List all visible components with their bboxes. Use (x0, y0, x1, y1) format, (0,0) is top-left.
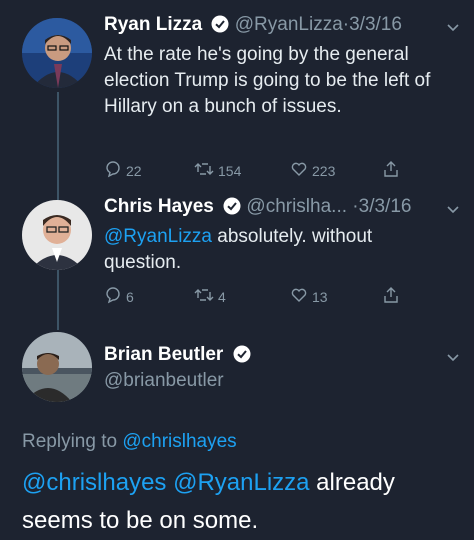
retweet-count: 4 (218, 288, 226, 305)
display-name[interactable]: Chris Hayes (104, 196, 214, 217)
retweet-button[interactable]: 4 (194, 286, 226, 307)
tweet-header: Chris Hayes @chrislha... ·3/3/16 (104, 196, 411, 221)
heart-icon (290, 160, 312, 181)
mention-link[interactable]: @RyanLizza (104, 226, 212, 247)
share-icon (382, 286, 404, 307)
reply-context-label: Replying to (22, 431, 123, 452)
tweet-date[interactable]: 3/3/16 (359, 196, 412, 217)
share-button[interactable] (382, 160, 404, 181)
reply-icon (104, 286, 126, 307)
reply-button[interactable]: 22 (104, 160, 142, 181)
main-tweet-line-1: @chrislhayes @RyanLizza already (22, 464, 462, 502)
user-handle[interactable]: @chrislha... (246, 196, 347, 217)
like-button[interactable]: 223 (290, 160, 335, 181)
tweet-actions: 22 154 223 (104, 160, 404, 182)
thread-line (57, 270, 59, 330)
avatar[interactable] (22, 18, 92, 88)
thread-line (57, 92, 59, 200)
like-count: 223 (312, 162, 336, 179)
like-button[interactable]: 13 (290, 286, 328, 307)
retweet-icon (194, 160, 218, 181)
chevron-down-icon[interactable] (446, 20, 460, 38)
main-tweet-text: @chrislhayes @RyanLizza already seems to… (22, 464, 462, 540)
avatar[interactable] (22, 200, 92, 270)
tweet-header: Ryan Lizza @RyanLizza·3/3/16 (104, 14, 402, 39)
like-count: 13 (312, 288, 328, 305)
tweet-actions: 6 4 13 (104, 286, 404, 308)
retweet-button[interactable]: 154 (194, 160, 241, 181)
reply-count: 6 (126, 288, 134, 305)
chevron-down-icon[interactable] (446, 202, 460, 220)
display-name[interactable]: Ryan Lizza (104, 14, 202, 35)
chevron-down-icon[interactable] (446, 350, 460, 368)
reply-context-mention[interactable]: @chrislhayes (122, 431, 236, 452)
verified-badge-icon (223, 197, 241, 221)
tweet-text: At the rate he's going by the general el… (104, 44, 431, 117)
reply-context: Replying to @chrislhayes (22, 431, 237, 453)
mention-link[interactable]: @chrislhayes (22, 469, 166, 496)
user-handle-row: @brianbeutler (104, 370, 224, 392)
main-tweet-text-a: already (309, 469, 395, 496)
display-name[interactable]: Brian Beutler (104, 344, 223, 365)
tweet-header: Brian Beutler (104, 344, 251, 369)
share-icon (382, 160, 404, 181)
tweet-text: @RyanLizza absolutely. without question. (104, 224, 444, 276)
user-handle[interactable]: @brianbeutler (104, 370, 224, 391)
retweet-icon (194, 286, 218, 307)
tweet-date[interactable]: 3/3/16 (349, 14, 402, 35)
reply-icon (104, 160, 126, 181)
heart-icon (290, 286, 312, 307)
verified-badge-icon (211, 15, 229, 39)
main-tweet-line-2: seems to be on some. (22, 507, 259, 534)
user-handle[interactable]: @RyanLizza (235, 14, 343, 35)
verified-badge-icon (233, 345, 251, 369)
mention-link[interactable]: @RyanLizza (173, 469, 309, 496)
avatar[interactable] (22, 332, 92, 402)
reply-count: 22 (126, 162, 142, 179)
share-button[interactable] (382, 286, 404, 307)
reply-button[interactable]: 6 (104, 286, 134, 307)
retweet-count: 154 (218, 162, 242, 179)
